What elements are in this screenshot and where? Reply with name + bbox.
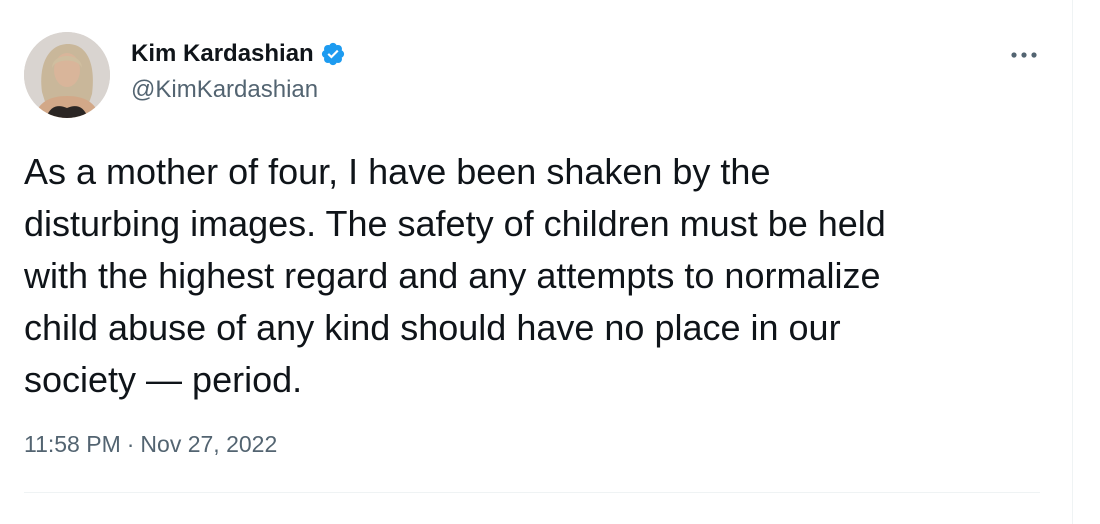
divider — [24, 492, 1040, 493]
author-handle[interactable]: @KimKardashian — [131, 74, 346, 106]
tweet-text: As a mother of four, I have been shaken … — [24, 151, 886, 400]
tweet-time: 11:58 PM — [24, 431, 121, 457]
tweet-author: Kim Kardashian @KimKardashian — [131, 38, 346, 106]
tweet-date: Nov 27, 2022 — [140, 431, 278, 457]
tweet-card: Kim Kardashian @KimKardashian As a mothe… — [0, 0, 1072, 524]
author-name-row: Kim Kardashian — [131, 38, 346, 70]
avatar-image — [24, 32, 110, 118]
profile-avatar[interactable] — [24, 32, 110, 118]
author-display-name[interactable]: Kim Kardashian — [131, 38, 314, 70]
column-border — [1072, 0, 1073, 524]
tweet-timestamp[interactable]: 11:58 PM · Nov 27, 2022 — [24, 428, 277, 460]
timestamp-separator: · — [126, 431, 135, 457]
more-options-icon — [1011, 52, 1037, 58]
more-options-button[interactable] — [1004, 40, 1044, 70]
verified-badge-icon — [320, 41, 346, 67]
